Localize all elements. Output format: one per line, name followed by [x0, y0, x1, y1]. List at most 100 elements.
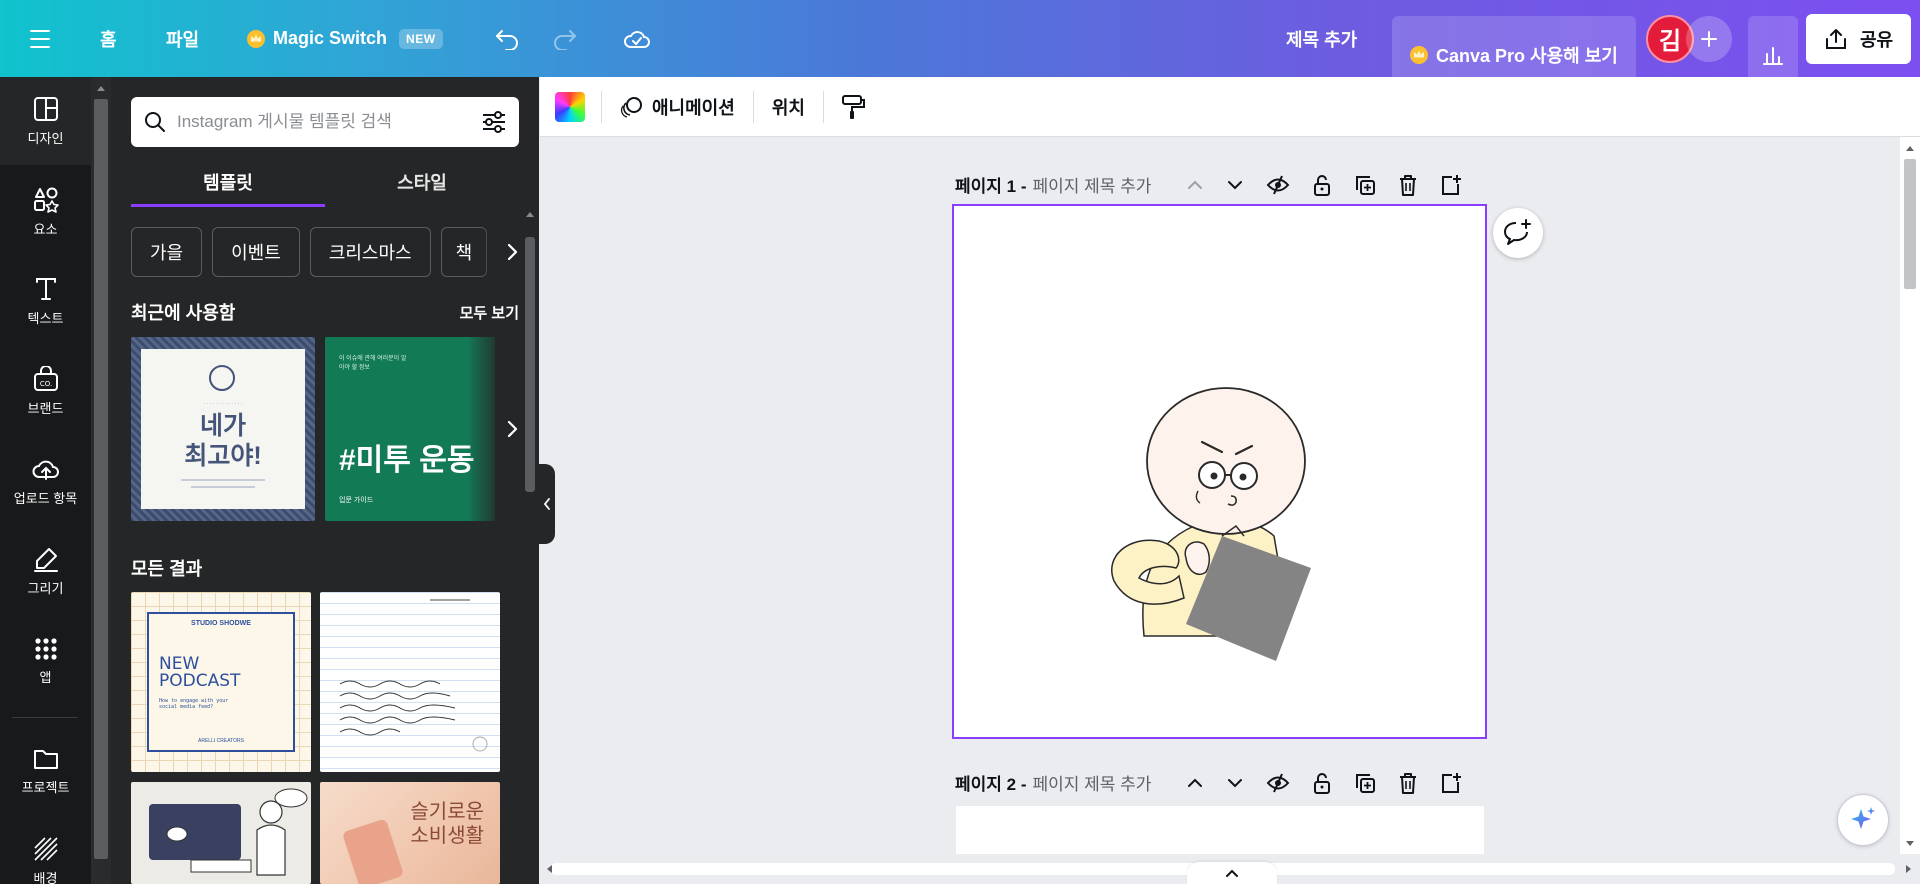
layout-icon — [33, 96, 58, 121]
canva-assistant-button[interactable] — [1837, 794, 1889, 846]
scroll-down-arrow-icon[interactable] — [1900, 837, 1920, 851]
canvas-vertical-scrollbar[interactable] — [1900, 137, 1920, 854]
page-title-input[interactable]: 페이지 제목 추가 — [1032, 770, 1151, 795]
rail-item-draw[interactable]: 그리기 — [0, 527, 91, 615]
scroll-up-arrow-icon[interactable] — [521, 207, 539, 221]
comment-plus-icon — [1504, 219, 1531, 245]
pen-draw-icon — [33, 547, 58, 572]
plus-icon — [1686, 15, 1732, 62]
cloud-saved-icon[interactable] — [623, 0, 651, 77]
tab-templates[interactable]: 템플릿 — [131, 163, 325, 207]
animation-label: 애니메이션 — [652, 97, 735, 118]
move-page-down-icon[interactable] — [1226, 175, 1244, 195]
card-headline-line: 슬기로운 — [410, 801, 484, 823]
animation-button[interactable]: 애니메이션 — [620, 94, 735, 120]
see-all-link[interactable]: 모두 보기 — [460, 302, 519, 323]
scroll-up-arrow-icon[interactable] — [91, 81, 111, 95]
move-page-up-icon[interactable] — [1186, 773, 1204, 793]
tab-styles[interactable]: 스타일 — [325, 163, 519, 207]
collapse-panel-button[interactable] — [539, 464, 555, 544]
hide-page-icon[interactable] — [1266, 174, 1290, 196]
undo-icon[interactable] — [494, 0, 520, 77]
show-pages-button[interactable] — [1187, 862, 1277, 884]
chip-christmas[interactable]: 크리스마스 — [309, 227, 431, 277]
top-bar: 홈 파일 Magic Switch NEW 제목 추가 Canva Pro 사용… — [0, 0, 1920, 93]
delete-page-icon[interactable] — [1398, 772, 1418, 794]
rail-item-background[interactable]: 배경 — [0, 817, 91, 884]
rail-item-brand[interactable]: CO. 브랜드 — [0, 347, 91, 435]
rail-divider — [12, 717, 78, 718]
chip-autumn[interactable]: 가을 — [131, 227, 203, 277]
chevron-right-icon — [507, 420, 518, 438]
rail-item-label: 배경 — [33, 870, 58, 884]
filter-sliders-icon[interactable] — [481, 110, 507, 134]
left-rail: 디자인 요소 텍스트 CO. 브랜드 업로드 항목 그리기 앱 프로젝트 배경 — [0, 77, 91, 884]
panel-scroll-thumb[interactable] — [525, 237, 535, 492]
rail-item-projects[interactable]: 프로젝트 — [0, 727, 91, 815]
page-title-input[interactable]: 페이지 제목 추가 — [1032, 172, 1151, 197]
recent-next-button[interactable] — [467, 337, 519, 521]
card-phone-art — [341, 818, 405, 884]
chips-next-button[interactable] — [481, 227, 519, 277]
chevron-right-icon — [507, 243, 518, 261]
paint-roller-icon[interactable] — [840, 93, 866, 121]
cartoon-character-illustration[interactable] — [954, 206, 1485, 737]
rail-item-text[interactable]: 텍스트 — [0, 257, 91, 345]
recent-template-card[interactable]: · · · · · · · · · · · · · 네가 최고야! — [131, 337, 315, 521]
rail-item-uploads[interactable]: 업로드 항목 — [0, 437, 91, 525]
home-button[interactable]: 홈 — [100, 0, 117, 77]
invite-button[interactable] — [1686, 0, 1732, 77]
share-button[interactable]: 공유 — [1806, 14, 1912, 64]
menu-icon[interactable] — [30, 0, 54, 77]
move-page-down-icon[interactable] — [1226, 773, 1244, 793]
file-menu-button[interactable]: 파일 — [166, 0, 199, 77]
rail-scrollbar[interactable] — [91, 77, 111, 884]
lock-page-icon[interactable] — [1312, 772, 1332, 794]
page-2-actions — [1186, 772, 1462, 794]
move-page-up-icon[interactable] — [1186, 175, 1204, 195]
add-page-icon[interactable] — [1440, 772, 1462, 794]
position-button[interactable]: 위치 — [772, 94, 805, 120]
share-label: 공유 — [1860, 30, 1894, 50]
card-subtext: How to engage with your social media fee… — [159, 698, 229, 710]
add-page-icon[interactable] — [1440, 174, 1462, 196]
card-footer: 입문 가이드 — [339, 497, 374, 504]
color-picker-swatch[interactable] — [555, 91, 585, 122]
redo-icon[interactable] — [552, 0, 578, 77]
scroll-up-arrow-icon[interactable] — [1900, 141, 1920, 155]
sparkle-icon — [1851, 807, 1875, 829]
canva-pro-label: Canva Pro 사용해 보기 — [1436, 45, 1618, 66]
result-template-card[interactable]: 슬기로운 소비생활 — [320, 782, 500, 884]
rail-item-elements[interactable]: 요소 — [0, 167, 91, 255]
rail-item-label: 앱 — [39, 669, 52, 685]
chevron-up-icon — [1226, 869, 1238, 877]
add-comment-button[interactable] — [1493, 208, 1543, 258]
add-title-button[interactable]: 제목 추가 — [1286, 0, 1357, 77]
rail-item-apps[interactable]: 앱 — [0, 617, 91, 705]
lock-page-icon[interactable] — [1312, 174, 1332, 196]
result-template-card[interactable] — [320, 592, 500, 772]
duplicate-page-icon[interactable] — [1354, 174, 1376, 196]
design-page-1[interactable] — [952, 204, 1487, 739]
card-headline: #미투 운동 — [339, 444, 475, 477]
rail-item-label: 디자인 — [27, 130, 64, 146]
scroll-right-arrow-icon[interactable] — [1902, 859, 1916, 879]
hide-page-icon[interactable] — [1266, 772, 1290, 794]
result-template-card[interactable] — [131, 782, 311, 884]
all-results-title: 모든 결과 — [131, 559, 203, 579]
crown-icon — [247, 29, 265, 48]
search-input[interactable] — [177, 112, 481, 132]
magic-switch-button[interactable]: Magic Switch NEW — [247, 0, 443, 77]
badge-circle-icon — [209, 365, 235, 391]
delete-page-icon[interactable] — [1398, 174, 1418, 196]
duplicate-page-icon[interactable] — [1354, 772, 1376, 794]
template-search-box[interactable] — [131, 97, 519, 147]
rail-item-label: 업로드 항목 — [13, 490, 78, 506]
canvas-scroll-thumb[interactable] — [1904, 159, 1916, 289]
chip-event[interactable]: 이벤트 — [212, 227, 300, 277]
rail-item-design[interactable]: 디자인 — [0, 77, 91, 165]
panel-scrollbar[interactable] — [521, 207, 539, 884]
result-template-card[interactable]: STUDIO SHODWE NEW PODCAST How to engage … — [131, 592, 311, 772]
scroll-left-arrow-icon[interactable] — [542, 859, 556, 879]
rail-scroll-thumb[interactable] — [94, 99, 108, 859]
